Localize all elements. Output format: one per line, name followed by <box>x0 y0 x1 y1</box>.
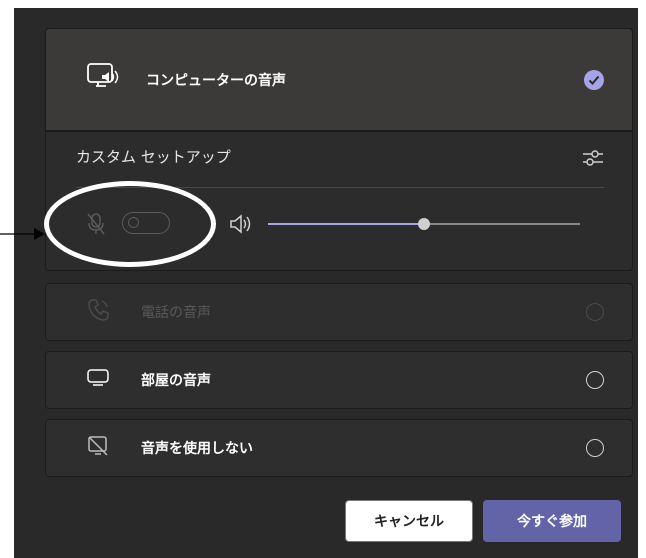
cancel-button[interactable]: キャンセル <box>345 500 473 542</box>
room-audio-radio[interactable] <box>586 371 604 389</box>
phone-audio-icon <box>86 297 112 327</box>
join-now-button[interactable]: 今すぐ参加 <box>483 500 621 542</box>
volume-fill <box>268 223 424 225</box>
no-audio-label: 音声を使用しない <box>141 441 253 457</box>
audio-options-dialog: コンピューターの音声 カスタム セットアップ 電話の音声 部屋の音声 音声を使用… <box>14 8 638 558</box>
no-audio-radio[interactable] <box>586 439 604 457</box>
no-audio-icon <box>86 434 110 462</box>
computer-audio-option[interactable]: コンピューターの音声 <box>45 28 633 131</box>
computer-audio-icon <box>86 61 120 99</box>
annotation-arrow-icon <box>0 226 48 246</box>
device-settings-icon[interactable] <box>582 148 604 172</box>
volume-thumb[interactable] <box>418 218 430 230</box>
phone-audio-radio <box>586 303 604 321</box>
custom-setup-title: カスタム セットアップ <box>76 148 231 166</box>
room-audio-icon <box>86 368 110 392</box>
phone-audio-option: 電話の音声 <box>45 283 633 341</box>
room-audio-label: 部屋の音声 <box>141 373 211 389</box>
no-audio-option[interactable]: 音声を使用しない <box>45 419 633 477</box>
volume-slider[interactable] <box>268 218 580 230</box>
speaker-icon <box>229 214 253 238</box>
room-audio-option[interactable]: 部屋の音声 <box>45 351 633 409</box>
selected-check-icon <box>584 69 604 90</box>
annotation-ellipse <box>44 181 216 267</box>
computer-audio-label: コンピューターの音声 <box>146 72 286 89</box>
phone-audio-label: 電話の音声 <box>141 305 211 321</box>
